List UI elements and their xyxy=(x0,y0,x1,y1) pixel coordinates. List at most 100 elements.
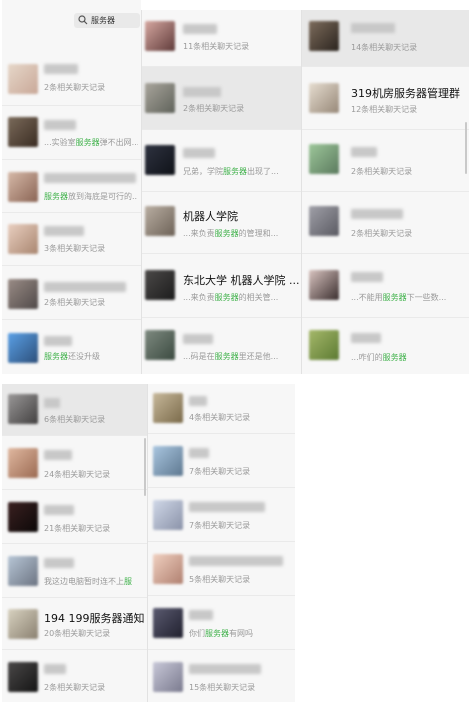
result-item[interactable]: ...码是在服务器里还是他... xyxy=(141,318,301,374)
result-count: 4条相关聊天记录 xyxy=(189,413,251,422)
scrollbar[interactable] xyxy=(465,122,467,174)
contact-name xyxy=(183,87,221,97)
contact-name xyxy=(44,64,78,74)
avatar xyxy=(145,330,175,360)
result-count: 24条相关聊天记录 xyxy=(44,470,111,479)
contact-name xyxy=(351,272,383,282)
result-item[interactable]: 3条相关聊天记录 xyxy=(2,213,141,266)
scrollbar[interactable] xyxy=(144,438,146,496)
result-item[interactable]: 2条相关聊天记录 xyxy=(301,192,469,254)
contact-name xyxy=(44,558,74,568)
avatar xyxy=(309,144,339,174)
contact-name xyxy=(189,556,283,566)
contact-name xyxy=(189,396,207,406)
avatar xyxy=(8,502,38,532)
result-item[interactable]: 2条相关聊天记录 xyxy=(141,67,301,130)
avatar xyxy=(8,448,38,478)
avatar xyxy=(145,145,175,175)
contact-name xyxy=(183,334,213,344)
result-count: 7条相关聊天记录 xyxy=(189,467,251,476)
contact-name xyxy=(44,664,66,674)
contact-name xyxy=(189,502,265,512)
result-item[interactable]: 我这边电脑暂时连不上服 xyxy=(2,544,147,598)
contact-name xyxy=(351,209,403,219)
search-input[interactable]: 服务器 xyxy=(91,15,115,26)
search-box[interactable]: 服务器 xyxy=(74,13,140,28)
result-snippet: ...码是在服务器里还是他... xyxy=(183,352,279,361)
result-item[interactable]: 2条相关聊天记录 xyxy=(2,54,141,106)
avatar xyxy=(8,662,38,692)
result-item[interactable]: 你们服务器有网吗 xyxy=(147,596,295,650)
result-item[interactable]: 5条相关聊天记录 xyxy=(147,542,295,596)
avatar xyxy=(145,206,175,236)
result-item[interactable]: 4条相关聊天记录 xyxy=(147,384,295,434)
contact-name xyxy=(351,333,381,343)
result-snippet: ...实验室服务器弹不出网... xyxy=(44,138,138,147)
avatar xyxy=(8,224,38,254)
avatar xyxy=(153,500,183,530)
avatar xyxy=(309,83,339,113)
avatar xyxy=(8,394,38,424)
result-item[interactable]: 服务器放到海底是可行的... xyxy=(2,160,141,213)
contact-name xyxy=(44,282,126,292)
result-item[interactable]: 7条相关聊天记录 xyxy=(147,434,295,488)
result-item[interactable]: ...实验室服务器弹不出网... xyxy=(2,106,141,160)
group-name: 319机房服务器管理群 xyxy=(351,87,460,100)
result-count: 20条相关聊天记录 xyxy=(44,629,111,638)
panel-divider xyxy=(147,384,148,702)
result-count: 6条相关聊天记录 xyxy=(44,415,106,424)
result-item[interactable]: 2条相关聊天记录 xyxy=(2,650,147,702)
result-item[interactable]: 服务器还没升级 xyxy=(2,320,141,374)
result-snippet: ...来负责服务器的相关管... xyxy=(183,293,279,302)
result-count: 5条相关聊天记录 xyxy=(189,575,251,584)
avatar xyxy=(153,608,183,638)
result-item[interactable]: 24条相关聊天记录 xyxy=(2,436,147,490)
contact-name xyxy=(44,505,74,515)
avatar xyxy=(309,330,339,360)
avatar xyxy=(8,117,38,147)
result-item[interactable]: 14条相关聊天记录 xyxy=(301,10,469,67)
contact-name xyxy=(351,23,395,33)
result-item[interactable]: 21条相关聊天记录 xyxy=(2,490,147,544)
search-results-panel-e: 4条相关聊天记录 7条相关聊天记录 7条相关聊天记录 5条相关聊天记录 你们服务… xyxy=(147,384,295,702)
avatar xyxy=(8,609,38,639)
result-count: 2条相关聊天记录 xyxy=(44,83,106,92)
result-snippet: 服务器还没升级 xyxy=(44,352,100,361)
result-item[interactable]: 194 199服务器通知群 20条相关聊天记录 xyxy=(2,598,147,650)
result-snippet: ...来负责服务器的管理和... xyxy=(183,229,279,238)
result-item[interactable]: 2条相关聊天记录 xyxy=(2,266,141,320)
avatar xyxy=(8,172,38,202)
contact-name xyxy=(44,226,84,236)
result-snippet: 服务器放到海底是可行的... xyxy=(44,192,138,201)
result-item[interactable]: 兄弟，学院服务器出现了... xyxy=(141,130,301,192)
contact-name xyxy=(189,448,209,458)
result-count: 2条相关聊天记录 xyxy=(351,229,413,238)
result-count: 12条相关聊天记录 xyxy=(351,105,418,114)
result-item[interactable]: 2条相关聊天记录 xyxy=(301,130,469,192)
result-item[interactable]: ...不能用服务器下一些数... xyxy=(301,254,469,318)
result-item[interactable]: ...咋们的服务器 xyxy=(301,318,469,374)
search-icon xyxy=(78,15,88,25)
avatar xyxy=(145,270,175,300)
result-count: 15条相关聊天记录 xyxy=(189,683,256,692)
result-item[interactable]: 6条相关聊天记录 xyxy=(2,384,147,436)
result-snippet: ...咋们的服务器 xyxy=(351,353,407,362)
result-count: 2条相关聊天记录 xyxy=(44,683,106,692)
avatar xyxy=(153,662,183,692)
avatar xyxy=(8,279,38,309)
result-snippet: 我这边电脑暂时连不上服 xyxy=(44,577,132,586)
result-item[interactable]: 15条相关聊天记录 xyxy=(147,650,295,702)
panel-divider xyxy=(141,10,142,374)
result-item[interactable]: 机器人学院 ...来负责服务器的管理和... xyxy=(141,192,301,254)
search-results-panel-d: 6条相关聊天记录 24条相关聊天记录 21条相关聊天记录 我这边电脑暂时连不上服… xyxy=(2,384,147,702)
result-count: 14条相关聊天记录 xyxy=(351,43,418,52)
result-item[interactable]: 东北大学 机器人学院 ... ...来负责服务器的相关管... xyxy=(141,254,301,318)
avatar xyxy=(153,393,183,423)
avatar xyxy=(8,64,38,94)
contact-name xyxy=(44,120,76,130)
result-item[interactable]: 11条相关聊天记录 xyxy=(141,10,301,67)
result-item[interactable]: 7条相关聊天记录 xyxy=(147,488,295,542)
contact-name xyxy=(183,24,217,34)
result-item[interactable]: 319机房服务器管理群 12条相关聊天记录 xyxy=(301,67,469,130)
contact-name xyxy=(351,147,377,157)
